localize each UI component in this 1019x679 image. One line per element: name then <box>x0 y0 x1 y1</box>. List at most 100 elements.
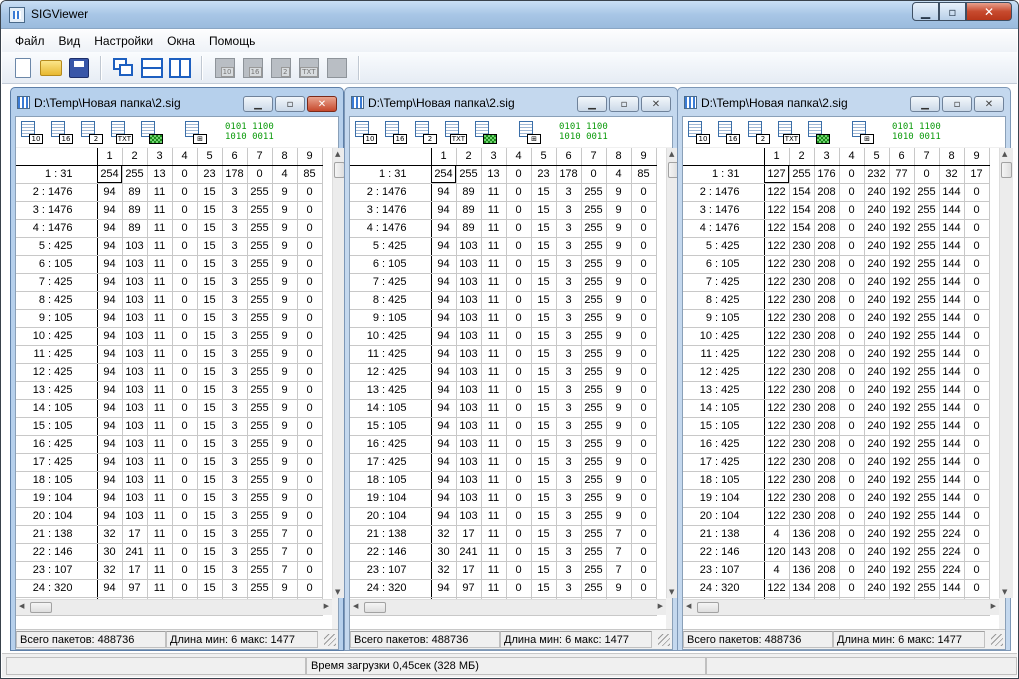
table-row[interactable]: 10 : 425 94 103 11 0 15 3 255 9 0 <box>350 327 657 346</box>
column-header[interactable]: 2 <box>789 148 815 166</box>
table-cell[interactable]: 94 <box>97 255 123 274</box>
table-cell[interactable]: 0 <box>506 255 532 274</box>
table-cell[interactable]: 255 <box>914 219 940 238</box>
table-cell[interactable]: 255 <box>581 579 607 598</box>
table-cell[interactable]: 94 <box>431 471 457 490</box>
table-cell[interactable]: 11 <box>481 237 507 256</box>
scroll-up-icon[interactable]: ▲ <box>1002 150 1007 158</box>
row-header[interactable]: 13 : 425 <box>16 381 98 400</box>
table-cell[interactable]: 9 <box>606 183 632 202</box>
table-cell[interactable]: 11 <box>481 273 507 292</box>
table-cell[interactable]: 0 <box>247 165 273 184</box>
child-close-button[interactable]: ✕ <box>641 96 671 112</box>
menu-view[interactable]: Вид <box>52 34 88 48</box>
table-cell[interactable]: 0 <box>964 399 990 418</box>
table-cell[interactable]: 11 <box>481 219 507 238</box>
table-cell[interactable]: 9 <box>272 183 298 202</box>
row-header[interactable]: 19 : 104 <box>16 489 98 508</box>
table-cell[interactable]: 7 <box>606 561 632 580</box>
scroll-right-icon[interactable]: ▶ <box>324 602 329 610</box>
table-cell[interactable]: 11 <box>481 399 507 418</box>
table-cell[interactable]: 11 <box>147 291 173 310</box>
table-row[interactable]: 5 : 425 94 103 11 0 15 3 255 9 0 <box>350 237 657 256</box>
view-hex-button[interactable]: 16 <box>383 120 407 144</box>
table-cell[interactable]: 230 <box>789 291 815 310</box>
table-cell[interactable]: 15 <box>197 471 223 490</box>
scroll-thumb[interactable] <box>1001 162 1012 178</box>
table-cell[interactable]: 11 <box>481 183 507 202</box>
table-cell[interactable]: 0 <box>506 219 532 238</box>
packet-grid[interactable]: 1234567891 : 31 254 255 13 0 23 178 0 4 85 2 : 147… <box>350 148 666 630</box>
table-cell[interactable]: 208 <box>814 543 840 562</box>
table-cell[interactable]: 241 <box>122 543 148 562</box>
table-cell[interactable]: 255 <box>581 399 607 418</box>
menu-settings[interactable]: Настройки <box>87 34 160 48</box>
table-cell[interactable]: 17 <box>122 525 148 544</box>
table-cell[interactable]: 208 <box>814 327 840 346</box>
table-cell[interactable]: 11 <box>147 363 173 382</box>
row-header[interactable]: 19 : 104 <box>683 489 765 508</box>
table-cell[interactable]: 240 <box>864 237 890 256</box>
table-cell[interactable]: 30 <box>431 543 457 562</box>
table-cell[interactable]: 240 <box>864 471 890 490</box>
table-cell[interactable]: 0 <box>172 507 198 526</box>
table-cell[interactable]: 103 <box>456 489 482 508</box>
table-cell[interactable]: 9 <box>606 399 632 418</box>
table-cell[interactable]: 230 <box>789 399 815 418</box>
table-cell[interactable]: 255 <box>247 237 273 256</box>
table-cell[interactable]: 89 <box>456 183 482 202</box>
table-cell[interactable]: 11 <box>147 417 173 436</box>
table-cell[interactable]: 11 <box>481 327 507 346</box>
table-cell[interactable]: 11 <box>481 363 507 382</box>
table-cell[interactable]: 11 <box>481 525 507 544</box>
table-cell[interactable]: 192 <box>889 471 915 490</box>
table-cell[interactable]: 240 <box>864 309 890 328</box>
row-header[interactable]: 21 : 138 <box>350 525 432 544</box>
table-cell[interactable]: 94 <box>431 237 457 256</box>
table-row[interactable]: 3 : 1476 94 89 11 0 15 3 255 9 0 <box>16 201 323 220</box>
table-cell[interactable]: 255 <box>247 561 273 580</box>
table-cell[interactable]: 103 <box>122 273 148 292</box>
table-cell[interactable]: 3 <box>222 543 248 562</box>
row-header[interactable]: 14 : 105 <box>350 399 432 418</box>
table-cell[interactable]: 3 <box>556 435 582 454</box>
table-cell[interactable]: 255 <box>581 291 607 310</box>
table-cell[interactable]: 255 <box>581 453 607 472</box>
table-cell[interactable]: 32 <box>97 561 123 580</box>
table-cell[interactable]: 255 <box>581 363 607 382</box>
scroll-up-icon[interactable]: ▲ <box>669 150 674 158</box>
table-cell[interactable]: 103 <box>456 381 482 400</box>
table-cell[interactable]: 9 <box>272 219 298 238</box>
table-cell[interactable]: 94 <box>97 471 123 490</box>
binary-toggle-button[interactable]: 0101 1100 1010 0011 <box>225 122 274 142</box>
table-cell[interactable]: 3 <box>556 237 582 256</box>
table-cell[interactable]: 94 <box>431 417 457 436</box>
table-cell[interactable]: 3 <box>222 399 248 418</box>
table-cell[interactable]: 122 <box>764 399 790 418</box>
table-cell[interactable]: 208 <box>814 489 840 508</box>
table-cell[interactable]: 0 <box>964 183 990 202</box>
table-cell[interactable]: 9 <box>272 363 298 382</box>
table-cell[interactable]: 9 <box>272 507 298 526</box>
table-cell[interactable]: 0 <box>297 579 323 598</box>
table-cell[interactable]: 144 <box>939 183 965 202</box>
view-bin-button[interactable]: 2 <box>413 120 437 144</box>
table-row[interactable]: 15 : 105 122 230 208 0 240 192 255 144 0 <box>683 417 990 436</box>
child-title-bar[interactable]: D:\Temp\Новая папка\2.sig ▁ ▫ ✕ <box>345 88 677 118</box>
column-header[interactable]: 3 <box>147 148 173 166</box>
packet-structure-button[interactable]: ⊞ <box>517 120 541 144</box>
table-cell[interactable]: 0 <box>297 417 323 436</box>
table-cell[interactable]: 0 <box>839 417 865 436</box>
table-cell[interactable]: 144 <box>939 489 965 508</box>
view-hex-button[interactable]: 16 <box>716 120 740 144</box>
row-header[interactable]: 7 : 425 <box>350 273 432 292</box>
table-cell[interactable]: 0 <box>964 417 990 436</box>
table-cell[interactable]: 255 <box>247 453 273 472</box>
row-header[interactable]: 22 : 146 <box>16 543 98 562</box>
row-header[interactable]: 16 : 425 <box>16 435 98 454</box>
table-cell[interactable]: 255 <box>581 543 607 562</box>
row-header[interactable]: 18 : 105 <box>683 471 765 490</box>
table-cell[interactable]: 9 <box>606 345 632 364</box>
table-cell[interactable]: 94 <box>97 345 123 364</box>
table-cell[interactable]: 3 <box>222 561 248 580</box>
